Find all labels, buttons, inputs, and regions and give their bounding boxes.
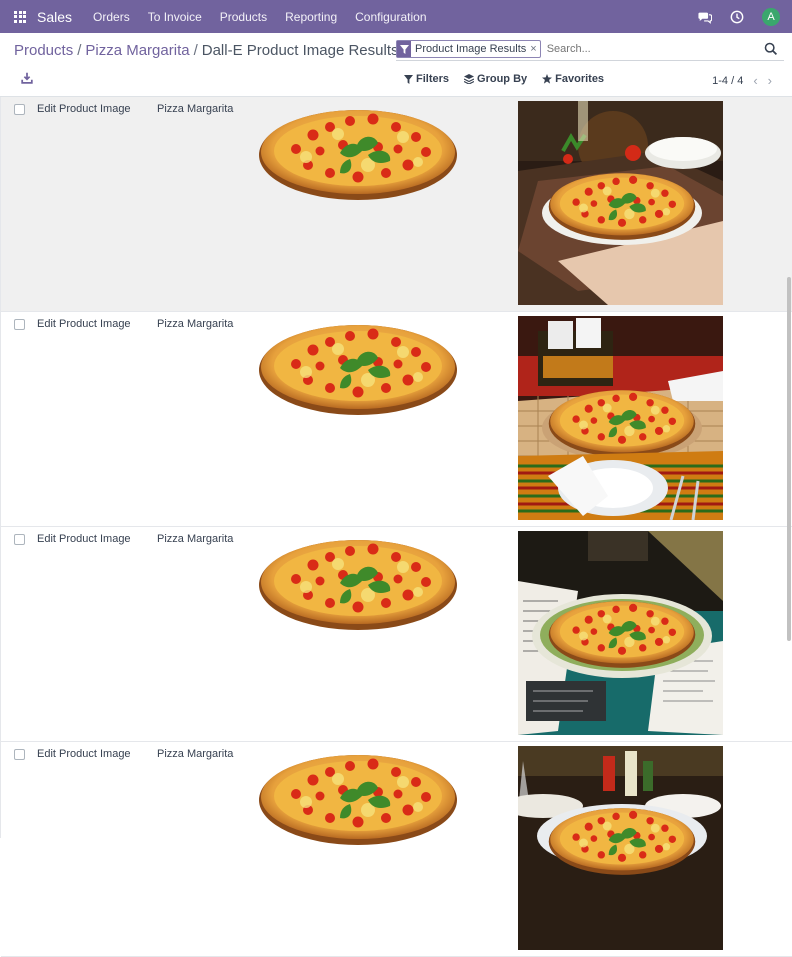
top-navbar: Sales Orders To Invoice Products Reporti… [0, 0, 792, 33]
row-product: Pizza Margarita [157, 318, 234, 330]
table-row[interactable]: Edit Product Image Pizza Margarita [1, 527, 792, 742]
breadcrumb-current: Dall-E Product Image Results [201, 42, 399, 59]
row-name: Edit Product Image [37, 318, 131, 330]
breadcrumb-separator: / [193, 42, 198, 59]
facet-label: Product Image Results [415, 43, 527, 55]
row-checkbox[interactable] [14, 534, 25, 545]
user-avatar[interactable]: A [762, 7, 780, 26]
row-product: Pizza Margarita [157, 533, 234, 545]
control-panel: Products / Pizza Margarita / Dall-E Product … [0, 33, 792, 97]
breadcrumb-products[interactable]: Products [14, 42, 73, 59]
product-image-list: Edit Product Image Pizza Margarita Edit … [0, 97, 792, 957]
table-row[interactable]: Edit Product Image Pizza Margarita [1, 742, 792, 957]
pager: 1-4 / 4 ‹ › [712, 73, 772, 88]
row-name: Edit Product Image [37, 533, 131, 545]
scrollbar[interactable] [787, 277, 791, 641]
generated-image[interactable] [518, 316, 723, 520]
row-checkbox[interactable] [14, 749, 25, 760]
product-thumbnail[interactable] [255, 537, 461, 633]
generated-image[interactable] [518, 531, 723, 735]
filters-button[interactable]: Filters [404, 73, 449, 85]
row-name: Edit Product Image [37, 748, 131, 760]
systray: A [698, 0, 780, 33]
row-product: Pizza Margarita [157, 103, 234, 115]
row-product: Pizza Margarita [157, 748, 234, 760]
favorites-button[interactable]: Favorites [542, 73, 604, 85]
table-row[interactable]: Edit Product Image Pizza Margarita [1, 312, 792, 527]
menu-to-invoice[interactable]: To Invoice [139, 10, 211, 24]
menu-orders[interactable]: Orders [84, 10, 139, 24]
search-facet[interactable]: Product Image Results × [396, 40, 541, 58]
breadcrumb-separator: / [77, 42, 82, 59]
group-by-label: Group By [477, 73, 528, 85]
apps-menu-icon[interactable] [14, 10, 26, 23]
generated-image[interactable] [518, 101, 723, 305]
filter-facet-icon [397, 41, 411, 57]
clock-icon[interactable] [730, 10, 744, 24]
layers-icon [464, 74, 475, 84]
product-thumbnail[interactable] [255, 107, 461, 203]
app-brand[interactable]: Sales [37, 9, 72, 25]
breadcrumb-pizza-margarita[interactable]: Pizza Margarita [85, 42, 189, 59]
search-icon[interactable] [764, 42, 778, 56]
row-checkbox[interactable] [14, 104, 25, 115]
row-checkbox[interactable] [14, 319, 25, 330]
favorites-label: Favorites [555, 73, 605, 85]
product-thumbnail[interactable] [255, 752, 461, 848]
row-name: Edit Product Image [37, 103, 131, 115]
menu-reporting[interactable]: Reporting [276, 10, 346, 24]
group-by-button[interactable]: Group By [464, 73, 527, 85]
filter-icon [404, 74, 413, 84]
menu-configuration[interactable]: Configuration [346, 10, 435, 24]
facet-remove-button[interactable]: × [530, 43, 539, 55]
product-thumbnail[interactable] [255, 322, 461, 418]
table-row[interactable]: Edit Product Image Pizza Margarita [1, 97, 792, 312]
search-input[interactable] [546, 43, 747, 55]
star-icon [542, 74, 553, 84]
download-icon[interactable] [20, 71, 34, 85]
search-panel-toolbar: Filters Group By Favorites [404, 73, 604, 85]
breadcrumb: Products / Pizza Margarita / Dall-E Product … [14, 42, 399, 59]
chat-icon[interactable] [698, 10, 712, 24]
generated-image[interactable] [518, 746, 723, 950]
pager-previous-button[interactable]: ‹ [753, 73, 757, 88]
pager-next-button[interactable]: › [768, 73, 772, 88]
filters-label: Filters [416, 73, 450, 85]
pager-value[interactable]: 1-4 / 4 [712, 75, 743, 87]
search-bar: Product Image Results × [396, 38, 784, 61]
menu-products[interactable]: Products [211, 10, 276, 24]
